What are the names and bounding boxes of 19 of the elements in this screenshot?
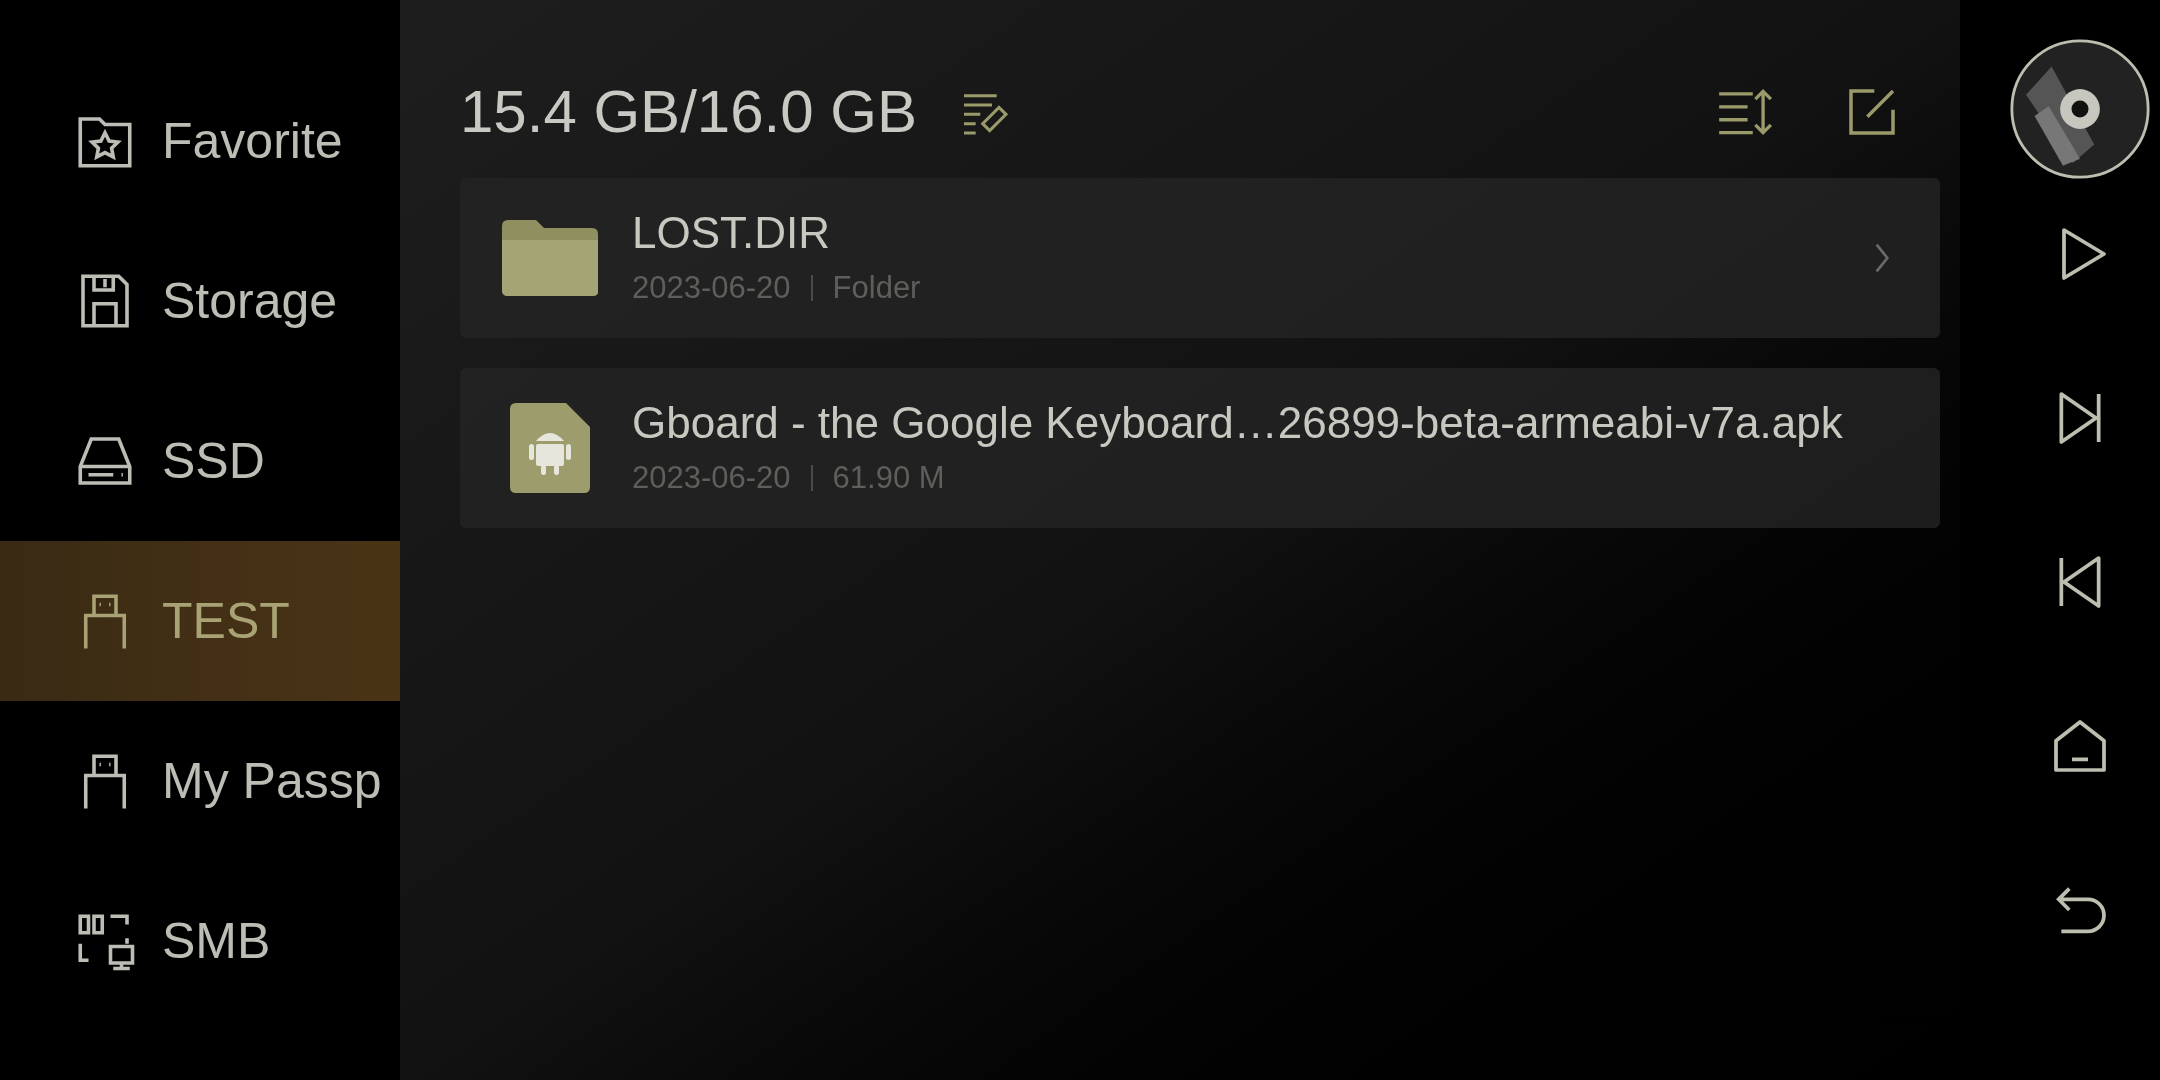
file-name: Gboard - the Google Keyboard…26899-beta-armeabi-v7a.apk	[632, 396, 1844, 449]
file-date: 2023-06-20	[632, 458, 791, 497]
android-file-icon	[510, 403, 590, 493]
sidebar-item[interactable]: Storage	[0, 221, 400, 381]
sidebar-item[interactable]: TEST	[0, 541, 400, 701]
chevron-right-icon	[1874, 241, 1890, 275]
sidebar-item[interactable]: Favorite	[0, 61, 400, 221]
sidebar-item[interactable]: SSD	[0, 381, 400, 541]
folder-icon	[500, 218, 600, 298]
sidebar-item[interactable]: SMB	[0, 861, 400, 1021]
disc-icon[interactable]	[2009, 38, 2151, 180]
storage-usage: 15.4 GB/16.0 GB	[460, 82, 917, 142]
sidebar-item[interactable]: My Passp	[0, 701, 400, 861]
file-detail: Folder	[832, 268, 921, 307]
file-name: LOST.DIR	[632, 206, 832, 259]
file-detail: 61.90 M	[832, 458, 945, 497]
file-date: 2023-06-20	[632, 268, 791, 307]
file-row[interactable]: Gboard - the Google Keyboard…26899-beta-armeabi-v7a.apk 2023-06-20 61.90 M	[460, 368, 1940, 528]
file-row[interactable]: LOST.DIR 2023-06-20 Folder	[460, 178, 1940, 338]
